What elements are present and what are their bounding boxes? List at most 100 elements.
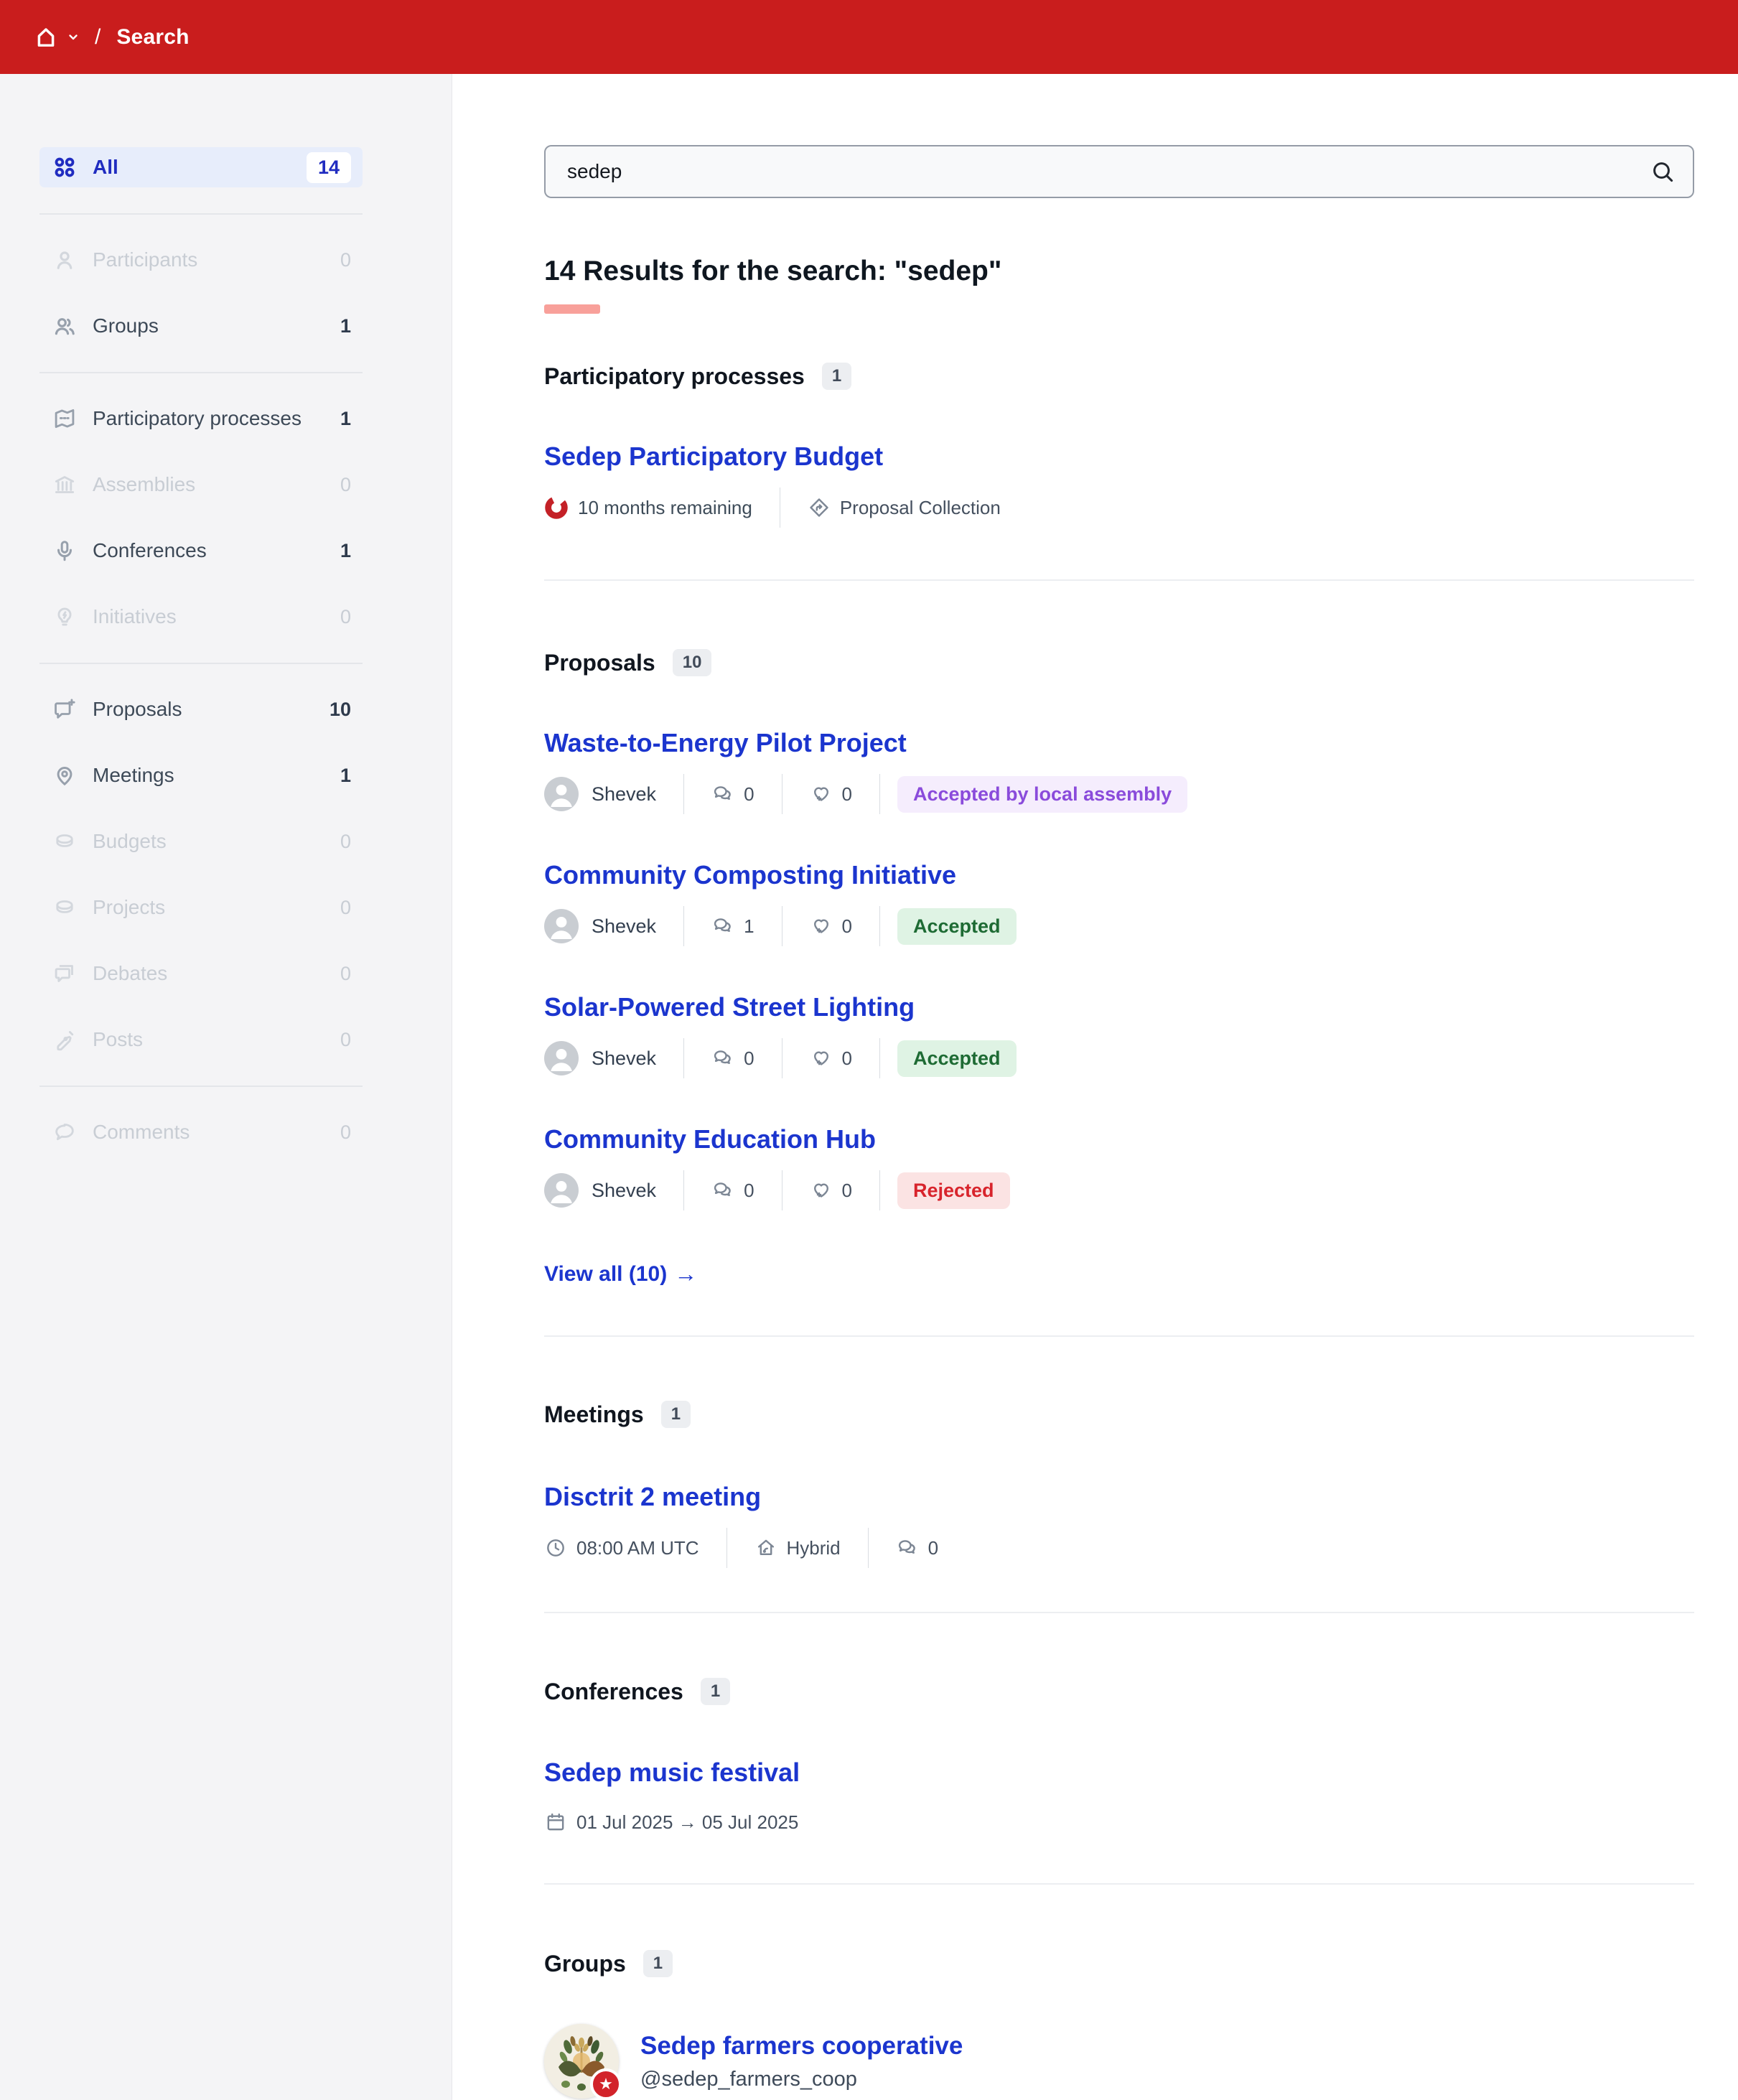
section-divider — [544, 1335, 1694, 1337]
sidebar-item-label: Meetings — [93, 764, 174, 786]
status-badge: Accepted — [897, 1040, 1017, 1077]
sidebar-divider — [39, 372, 363, 373]
view-all-proposals: View all (10) → — [544, 1261, 1694, 1287]
home-icon — [34, 26, 57, 49]
process-meta: 10 months remaining Proposal Collection — [544, 487, 1694, 528]
breadcrumb-home[interactable] — [34, 26, 79, 49]
status-badge: Rejected — [897, 1172, 1010, 1209]
proposal-link[interactable]: Waste-to-Energy Pilot Project — [544, 728, 907, 757]
search-submit-button[interactable] — [1650, 159, 1676, 185]
section-count-badge: 1 — [660, 1401, 691, 1428]
sidebar-item-label: Projects — [93, 896, 166, 918]
search-results-main: 14 Results for the search: "sedep" Parti… — [452, 74, 1738, 2100]
meeting-link[interactable]: Disctrit 2 meeting — [544, 1482, 761, 1511]
arrow-right-icon: → — [674, 1261, 698, 1287]
section-title: Participatory processes — [544, 363, 805, 389]
chat-plus-icon — [52, 697, 77, 722]
comments-count: 0 — [744, 1179, 754, 1201]
sidebar-item-comments: Comments 0 — [39, 1112, 363, 1152]
proposal-link[interactable]: Solar-Powered Street Lighting — [544, 992, 915, 1022]
star-icon: ★ — [599, 2075, 613, 2093]
search-input[interactable] — [544, 145, 1694, 198]
meeting-time: 08:00 AM UTC — [576, 1536, 699, 1559]
comments-count: 0 — [744, 783, 754, 805]
sidebar-item-count: 0 — [340, 830, 351, 852]
sidebar-item-debates: Debates 0 — [39, 953, 363, 994]
people-icon — [52, 314, 77, 338]
endorsements-heart-icon — [810, 783, 833, 806]
sidebar-item-all[interactable]: All 14 — [39, 147, 363, 187]
group-link[interactable]: Sedep farmers cooperative — [640, 2032, 963, 2060]
comments-count-icon — [711, 915, 734, 938]
sidebar-item-count: 0 — [340, 605, 351, 627]
breadcrumb-separator: / — [95, 24, 101, 49]
comments-count: 1 — [744, 915, 754, 937]
sidebar-item-count: 0 — [340, 248, 351, 271]
hybrid-home-icon — [754, 1536, 777, 1559]
chevron-down-icon[interactable] — [67, 32, 79, 43]
proposal-result: Waste-to-Energy Pilot Project Shevek 0 0… — [544, 728, 1694, 814]
bank-icon — [52, 472, 77, 497]
sidebar-item-label: Proposals — [93, 698, 182, 720]
map-icon — [52, 406, 77, 431]
sidebar-divider — [39, 1086, 363, 1087]
lightbulb-icon — [52, 605, 77, 629]
section-meetings: Meetings 1 Disctrit 2 meeting 08:00 AM U… — [544, 1401, 1694, 1613]
comments-count-icon — [711, 783, 734, 806]
sidebar-divider — [39, 213, 363, 215]
proposal-link[interactable]: Community Composting Initiative — [544, 860, 956, 890]
section-participatory-processes: Participatory processes 1 Sedep Particip… — [544, 363, 1694, 581]
time-remaining-icon — [544, 495, 569, 520]
search-icon — [1650, 159, 1676, 185]
map-pin-icon — [52, 763, 77, 788]
sidebar-item-count: 14 — [306, 151, 351, 183]
chat-double-icon — [52, 961, 77, 986]
sidebar-item-count: 0 — [340, 896, 351, 918]
sidebar-item-meetings[interactable]: Meetings 1 — [39, 755, 363, 795]
meta-separator — [879, 906, 880, 946]
sidebar-item-label: Debates — [93, 962, 168, 984]
sidebar-item-label: Budgets — [93, 830, 167, 852]
speech-bubble-icon — [52, 1120, 77, 1144]
sidebar-item-label: Participatory processes — [93, 407, 302, 429]
time-remaining-label: 10 months remaining — [578, 496, 752, 518]
sidebar-item-assemblies: Assemblies 0 — [39, 465, 363, 505]
meta-separator — [879, 1038, 880, 1078]
section-title: Groups — [544, 1950, 626, 1977]
comments-count-icon — [711, 1047, 734, 1070]
conference-link[interactable]: Sedep music festival — [544, 1758, 800, 1787]
search-filters-sidebar: All 14 Participants 0 Groups 1 Participa… — [0, 74, 452, 2100]
view-all-link[interactable]: View all (10) — [544, 1262, 667, 1287]
comments-count-icon — [896, 1536, 919, 1559]
clock-icon — [544, 1536, 567, 1559]
section-groups: Groups 1 ★ Sedep farmers cooperative @se… — [544, 1950, 1694, 2100]
author-name: Shevek — [592, 915, 657, 937]
comments-count: 0 — [744, 1047, 754, 1069]
conference-dates: 01 Jul 2025 → 05 Jul 2025 — [576, 1811, 799, 1833]
meta-separator — [879, 1170, 880, 1210]
sidebar-item-groups[interactable]: Groups 1 — [39, 306, 363, 346]
section-count-badge: 1 — [643, 1950, 673, 1977]
sidebar-item-proposals[interactable]: Proposals 10 — [39, 689, 363, 729]
sidebar-item-participatory-processes[interactable]: Participatory processes 1 — [39, 398, 363, 439]
sidebar-item-count: 0 — [340, 1121, 351, 1143]
section-conferences: Conferences 1 Sedep music festival 01 Ju… — [544, 1678, 1694, 1885]
process-link[interactable]: Sedep Participatory Budget — [544, 442, 883, 471]
sidebar-divider — [39, 663, 363, 664]
page-title: Search — [116, 24, 190, 49]
search-bar — [544, 145, 1694, 198]
group-result: ★ Sedep farmers cooperative @sedep_farme… — [544, 2024, 1694, 2100]
sidebar-item-conferences[interactable]: Conferences 1 — [39, 531, 363, 571]
microphone-icon — [52, 538, 77, 563]
status-badge: Accepted by local assembly — [897, 775, 1188, 813]
endorsements-count: 0 — [841, 1179, 852, 1201]
section-count-badge: 1 — [700, 1678, 731, 1705]
pen-nib-icon — [52, 1027, 77, 1052]
author-name: Shevek — [592, 1179, 657, 1201]
avatar — [544, 909, 579, 943]
sidebar-item-count: 1 — [340, 314, 351, 337]
sidebar-item-label: Initiatives — [93, 605, 177, 627]
proposal-link[interactable]: Community Education Hub — [544, 1124, 876, 1154]
proposal-result: Solar-Powered Street Lighting Shevek 0 0… — [544, 992, 1694, 1078]
verified-star-badge: ★ — [590, 2068, 622, 2100]
